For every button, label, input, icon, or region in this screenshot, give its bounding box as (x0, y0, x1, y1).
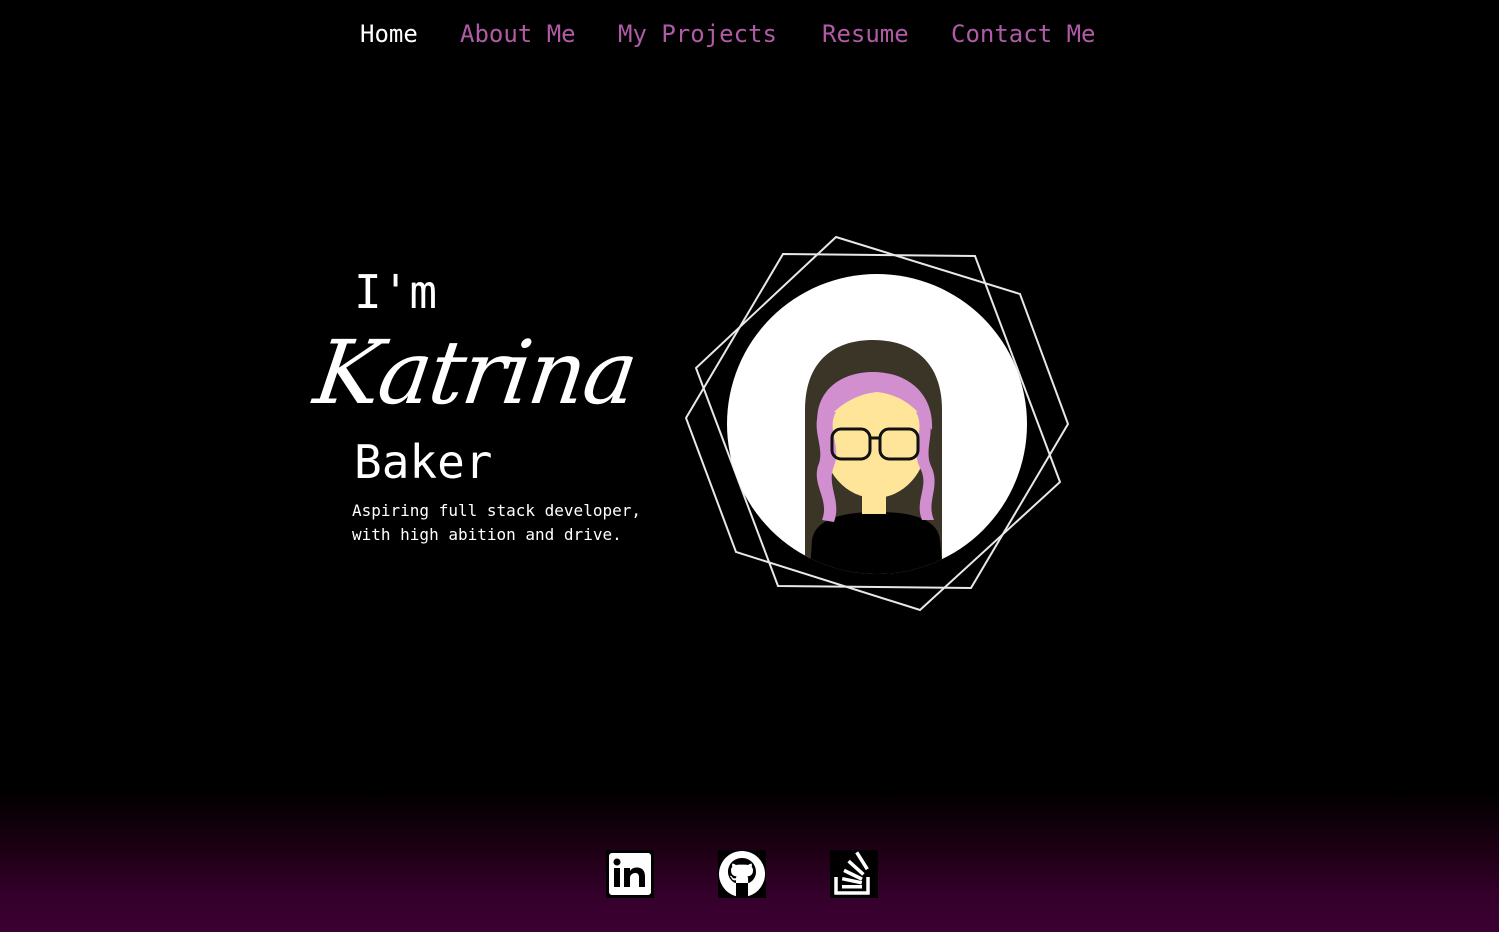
hero-first-name: Katrina (308, 321, 642, 424)
nav-resume-link[interactable]: Resume (822, 18, 909, 50)
nav-projects-link[interactable]: My Projects (618, 18, 777, 50)
hero-last-name: Baker (354, 435, 493, 489)
hero-tagline-line-1: Aspiring full stack developer, (352, 501, 641, 520)
stackoverflow-icon (830, 850, 878, 898)
github-link[interactable] (718, 850, 766, 898)
hero-tagline: Aspiring full stack developer, with high… (352, 499, 672, 547)
stackoverflow-link[interactable] (830, 850, 878, 898)
avatar-portrait (684, 235, 1070, 612)
hero-tagline-line-2: with high abition and drive. (352, 525, 622, 544)
nav-home-link[interactable]: Home (360, 18, 418, 50)
nav-contact-link[interactable]: Contact Me (951, 18, 1096, 50)
hero-intro: I'm (354, 265, 438, 319)
avatar-illustration (805, 340, 945, 574)
nav-about-link[interactable]: About Me (460, 18, 576, 50)
linkedin-link[interactable] (606, 850, 654, 898)
github-icon (718, 850, 766, 898)
main-nav: Home About Me My Projects Resume Contact… (0, 18, 1499, 52)
linkedin-icon (606, 850, 654, 898)
